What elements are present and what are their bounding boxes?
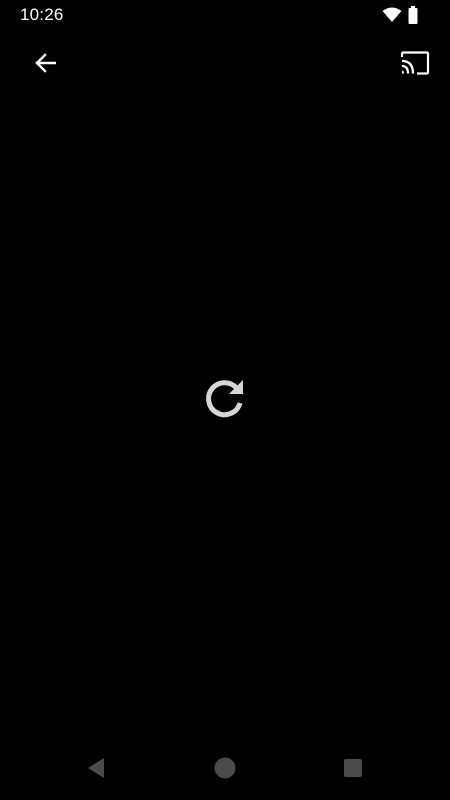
- status-time: 10:26: [20, 5, 64, 24]
- nav-home-icon: [214, 757, 236, 784]
- cast-button[interactable]: [392, 42, 438, 88]
- nav-recents-icon: [343, 758, 363, 783]
- nav-home-button[interactable]: [205, 752, 245, 788]
- top-app-bar: [0, 40, 450, 90]
- status-bar: 10:26: [0, 0, 450, 30]
- cast-icon: [400, 50, 430, 80]
- reload-button[interactable]: [200, 375, 250, 425]
- system-navigation-bar: [0, 740, 450, 800]
- video-player-screen: 10:26: [0, 0, 450, 800]
- status-icons: [382, 5, 418, 25]
- refresh-icon: [203, 376, 247, 425]
- wifi-icon: [382, 7, 402, 23]
- nav-back-icon: [86, 757, 106, 784]
- battery-icon: [408, 6, 418, 24]
- nav-back-button[interactable]: [76, 752, 116, 788]
- nav-recents-button[interactable]: [333, 752, 373, 788]
- back-button[interactable]: [22, 42, 68, 88]
- arrow-back-icon: [34, 52, 57, 78]
